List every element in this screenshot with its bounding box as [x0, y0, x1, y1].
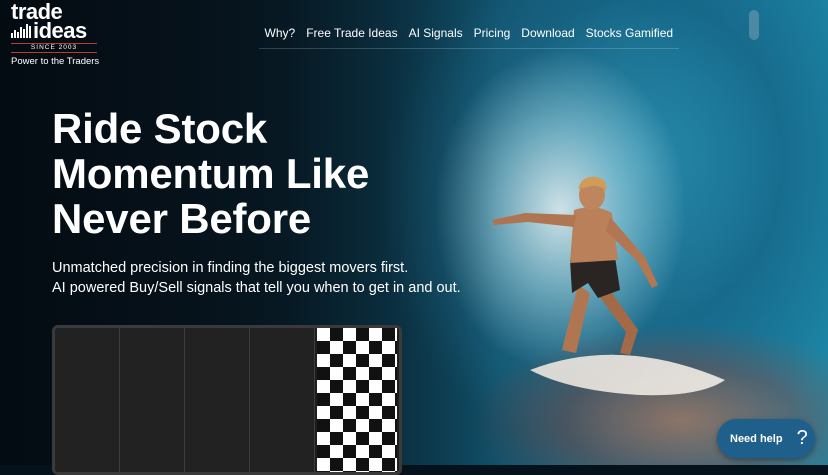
- hero-subtext: Unmatched precision in finding the bigge…: [52, 258, 461, 298]
- scroll-indicator: [749, 10, 759, 40]
- checkerboard-placeholder: [317, 328, 397, 472]
- logo-since-badge: SINCE 2003: [11, 43, 97, 53]
- nav-item-free-trade-ideas[interactable]: Free Trade Ideas: [301, 26, 403, 40]
- video-panel: [120, 328, 185, 472]
- logo-chart-icon: [11, 22, 31, 38]
- video-panel: [55, 328, 120, 472]
- nav-item-why[interactable]: Why?: [259, 26, 301, 40]
- subtext-line: Unmatched precision in finding the bigge…: [52, 260, 409, 276]
- subtext-line: AI powered Buy/Sell signals that tell yo…: [52, 280, 461, 296]
- video-panel: [185, 328, 250, 472]
- main-nav: Why? Free Trade Ideas AI Signals Pricing…: [259, 26, 679, 49]
- nav-item-ai-signals[interactable]: AI Signals: [403, 26, 468, 40]
- nav-item-stocks-gamified[interactable]: Stocks Gamified: [580, 26, 678, 40]
- logo-tagline: Power to the Traders: [11, 56, 100, 67]
- headline-line: Ride Stock: [52, 105, 268, 152]
- video-player[interactable]: [52, 325, 402, 475]
- video-panel: [250, 328, 315, 472]
- nav-item-download[interactable]: Download: [516, 26, 580, 40]
- need-help-label: Need help: [730, 432, 783, 445]
- need-help-button[interactable]: Need help ?: [717, 419, 815, 458]
- headline-line: Never Before: [52, 195, 312, 242]
- logo-word-bottom: ideas: [33, 18, 87, 43]
- hero-headline: Ride Stock Momentum Like Never Before: [52, 106, 369, 241]
- headline-line: Momentum Like: [52, 150, 370, 197]
- question-mark-icon: ?: [796, 427, 808, 449]
- site-logo[interactable]: trade ideas SINCE 2003 Power to the Trad…: [11, 1, 111, 67]
- nav-item-pricing[interactable]: Pricing: [468, 26, 516, 40]
